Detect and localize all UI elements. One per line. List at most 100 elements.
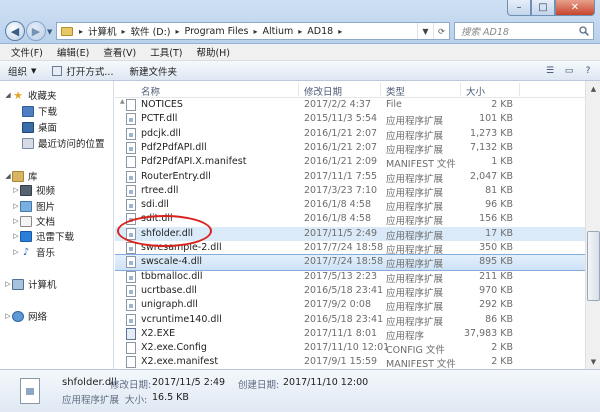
column-header-name[interactable]: 名称 bbox=[141, 84, 160, 98]
file-row[interactable]: rtree.dll 2017/3/23 7:10 应用程序扩展 81 KB bbox=[115, 184, 585, 199]
file-name[interactable]: Pdf2PdfAPI.X.manifest bbox=[141, 156, 246, 167]
refresh-button[interactable]: ⟳ bbox=[433, 23, 449, 39]
column-header-size[interactable]: 大小 bbox=[466, 84, 485, 98]
collapse-icon[interactable]: ◢ bbox=[4, 91, 12, 99]
chevron-right-icon[interactable]: ▸ bbox=[335, 27, 345, 36]
column-header-type[interactable]: 类型 bbox=[386, 84, 405, 98]
file-row[interactable]: Pdf2PdfAPI.X.manifest 2016/1/21 2:09 MANIF… bbox=[115, 155, 585, 170]
breadcrumb-computer[interactable]: 计算机 bbox=[86, 24, 119, 38]
file-row[interactable]: X2.exe.Config 2017/11/10 12:01 CONFIG 文件 2 … bbox=[115, 341, 585, 356]
file-name[interactable]: PCTF.dll bbox=[141, 113, 177, 124]
file-date: 2016/1/8 4:58 bbox=[304, 213, 372, 225]
file-row[interactable]: tbbmalloc.dll 2017/5/13 2:23 应用程序扩展 211 KB bbox=[115, 270, 585, 285]
chevron-right-icon[interactable]: ▸ bbox=[173, 27, 183, 36]
file-row[interactable]: X2.EXE 2017/11/1 8:01 应用程序 37,983 KB bbox=[115, 327, 585, 342]
column-divider[interactable] bbox=[298, 83, 299, 96]
nav-libraries[interactable]: ◢ 库 bbox=[4, 169, 38, 183]
column-divider[interactable] bbox=[460, 83, 461, 96]
file-name[interactable]: tbbmalloc.dll bbox=[141, 271, 203, 282]
collapse-icon[interactable]: ◢ bbox=[4, 172, 12, 180]
change-view-button[interactable]: ☰ bbox=[542, 63, 558, 78]
file-row[interactable]: PCTF.dll 2015/11/3 5:54 应用程序扩展 101 KB bbox=[115, 112, 585, 127]
column-divider[interactable] bbox=[519, 83, 520, 96]
nav-videos[interactable]: ▷ 视频 bbox=[12, 183, 55, 197]
nav-downloads[interactable]: 下载 bbox=[22, 104, 57, 118]
open-with-button[interactable]: 打开方式... bbox=[44, 62, 121, 80]
chevron-right-icon[interactable]: ▸ bbox=[119, 27, 129, 36]
nav-music[interactable]: ▷ ♪ 音乐 bbox=[12, 245, 55, 260]
menu-help[interactable]: 帮助(H) bbox=[189, 45, 237, 59]
file-name[interactable]: X2.exe.Config bbox=[141, 342, 207, 353]
expand-icon[interactable]: ▷ bbox=[12, 186, 20, 194]
forward-button[interactable]: ▶ bbox=[26, 21, 46, 41]
maximize-button[interactable]: □ bbox=[531, 0, 555, 16]
file-row[interactable]: swscale-4.dll 2017/7/24 18:58 应用程序扩展 895 KB bbox=[115, 254, 586, 271]
address-bar[interactable]: ▸ 计算机 ▸ 软件 (D:) ▸ Program Files ▸ Altium… bbox=[56, 22, 450, 40]
file-name[interactable]: unigraph.dll bbox=[141, 299, 198, 310]
file-row[interactable]: sdi.dll 2016/1/8 4:58 应用程序扩展 96 KB bbox=[115, 198, 585, 213]
column-header-date[interactable]: 修改日期 bbox=[304, 84, 342, 98]
chevron-right-icon[interactable]: ▸ bbox=[250, 27, 260, 36]
file-name[interactable]: ucrtbase.dll bbox=[141, 285, 197, 296]
breadcrumb-drive-d[interactable]: 软件 (D:) bbox=[129, 24, 173, 38]
close-button[interactable]: ✕ bbox=[555, 0, 595, 16]
nav-desktop[interactable]: 桌面 bbox=[22, 120, 57, 134]
menu-tools[interactable]: 工具(T) bbox=[143, 45, 189, 59]
nav-recent-places[interactable]: 最近访问的位置 bbox=[22, 136, 105, 150]
file-name[interactable]: sdi.dll bbox=[141, 199, 169, 210]
column-divider[interactable] bbox=[380, 83, 381, 96]
file-row[interactable]: RouterEntry.dll 2017/11/1 7:55 应用程序扩展 2,047… bbox=[115, 170, 585, 185]
new-folder-button[interactable]: 新建文件夹 bbox=[121, 62, 185, 80]
expand-icon[interactable]: ▷ bbox=[12, 202, 20, 210]
nav-network[interactable]: ▷ 网络 bbox=[4, 309, 47, 323]
search-input[interactable]: 搜索 AD18 bbox=[454, 22, 594, 40]
menu-file[interactable]: 文件(F) bbox=[4, 45, 50, 59]
address-history-button[interactable]: ▼ bbox=[417, 23, 433, 39]
preview-pane-button[interactable]: ▭ bbox=[561, 63, 577, 78]
scrollbar-thumb[interactable] bbox=[587, 231, 600, 301]
minimize-button[interactable]: – bbox=[507, 0, 531, 16]
expand-icon[interactable]: ▷ bbox=[12, 232, 20, 240]
expand-icon[interactable]: ▷ bbox=[4, 312, 12, 320]
file-row[interactable]: X2.exe.manifest 2017/9/1 15:59 MANIFEST 文件… bbox=[115, 355, 585, 369]
back-button[interactable]: ◀ bbox=[5, 21, 25, 41]
help-button[interactable]: ? bbox=[580, 63, 596, 78]
file-row[interactable]: ucrtbase.dll 2016/5/18 23:41 应用程序扩展 970 KB bbox=[115, 284, 585, 299]
file-name[interactable]: X2.EXE bbox=[141, 328, 175, 339]
nav-documents[interactable]: ▷ 文档 bbox=[12, 214, 55, 228]
file-name[interactable]: rtree.dll bbox=[141, 185, 178, 196]
file-name[interactable]: Pdf2PdfAPI.dll bbox=[141, 142, 207, 153]
file-row[interactable]: vcruntime140.dll 2016/5/18 23:41 应用程序扩展 86 … bbox=[115, 313, 585, 328]
expand-icon[interactable]: ▷ bbox=[12, 248, 20, 256]
expand-icon[interactable]: ▷ bbox=[12, 217, 20, 225]
file-row[interactable]: NOTICES 2017/2/2 4:37 File 2 KB bbox=[115, 98, 585, 112]
chevron-right-icon[interactable]: ▸ bbox=[76, 27, 86, 36]
file-row[interactable]: unigraph.dll 2017/9/2 0:08 应用程序扩展 292 KB bbox=[115, 298, 585, 313]
nav-favorites[interactable]: ◢ ★ 收藏夹 bbox=[4, 88, 56, 103]
scroll-down-button[interactable]: ▼ bbox=[586, 354, 600, 369]
file-name[interactable]: pdcjk.dll bbox=[141, 128, 181, 139]
chevron-right-icon[interactable]: ▸ bbox=[295, 27, 305, 36]
menu-view[interactable]: 查看(V) bbox=[96, 45, 143, 59]
breadcrumb-ad18[interactable]: AD18 bbox=[305, 26, 335, 37]
file-row[interactable]: pdcjk.dll 2016/1/21 2:07 应用程序扩展 1,273 KB bbox=[115, 127, 585, 142]
nav-thunder-downloads[interactable]: ▷ 迅雷下载 bbox=[12, 229, 74, 243]
file-row[interactable]: Pdf2PdfAPI.dll 2016/1/21 2:07 应用程序扩展 7,132 … bbox=[115, 141, 585, 156]
file-name[interactable]: swscale-4.dll bbox=[141, 256, 202, 267]
breadcrumb-altium[interactable]: Altium bbox=[260, 26, 295, 37]
breadcrumb-program-files[interactable]: Program Files bbox=[183, 26, 251, 37]
menu-edit[interactable]: 编辑(E) bbox=[50, 45, 96, 59]
scroll-up-button[interactable]: ▲ bbox=[586, 81, 600, 96]
recent-pages-dropdown[interactable]: ▼ bbox=[47, 28, 52, 36]
vertical-scrollbar[interactable]: ▲ ▼ bbox=[585, 81, 600, 369]
organize-button[interactable]: 组织 ▼ bbox=[0, 62, 44, 80]
file-size: 211 KB bbox=[479, 270, 513, 282]
nav-pictures[interactable]: ▷ 图片 bbox=[12, 199, 55, 213]
file-name[interactable]: RouterEntry.dll bbox=[141, 171, 211, 182]
details-modified-value: 2017/11/5 2:49 bbox=[152, 377, 226, 388]
file-name[interactable]: X2.exe.manifest bbox=[141, 356, 218, 367]
nav-computer[interactable]: ▷ 计算机 bbox=[4, 277, 57, 291]
file-name[interactable]: NOTICES bbox=[141, 99, 183, 110]
file-name[interactable]: vcruntime140.dll bbox=[141, 314, 222, 325]
expand-icon[interactable]: ▷ bbox=[4, 280, 12, 288]
